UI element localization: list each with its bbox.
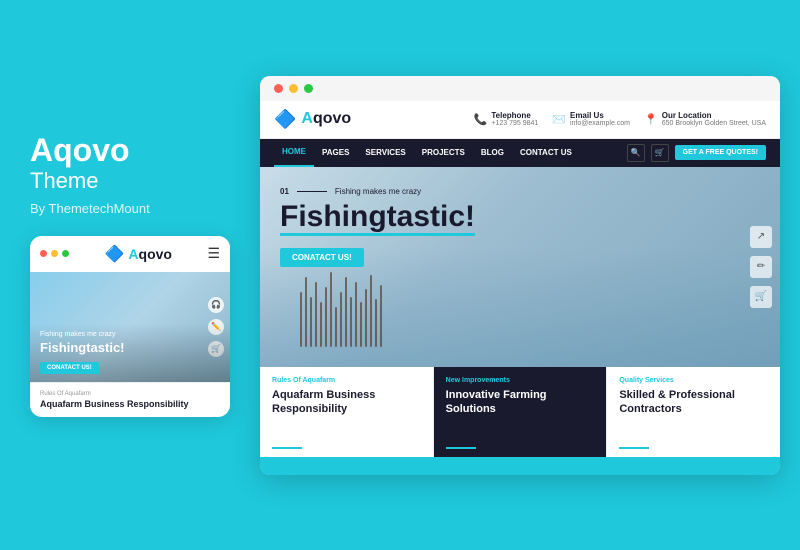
hero-cta-button[interactable]: CONATACT US!	[280, 248, 364, 267]
card-title-2: Skilled & ProfessionalContractors	[619, 388, 768, 417]
email-value: info@example.com	[570, 120, 630, 127]
mobile-top-bar: 🔷 Aqovo ☰	[30, 236, 230, 272]
card-underline-0	[272, 447, 302, 449]
mobile-card-title: Aquafarm Business Responsibility	[40, 399, 220, 409]
desktop-dot-green	[304, 84, 313, 93]
left-panel: Aqovo Theme By ThemetechMount 🔷 Aqovo ☰ …	[20, 113, 240, 437]
email-icon: ✉️	[552, 113, 566, 126]
nav-right: 🔍 🛒 GET A FREE QUOTES!	[627, 144, 766, 162]
hero-eyebrow-text: Fishing makes me crazy	[335, 187, 421, 196]
desktop-nav: HOME PAGES SERVICES PROJECTS BLOG CONTAC…	[260, 139, 780, 167]
nav-search-button[interactable]: 🔍	[627, 144, 645, 162]
card-aquafarm: Rules Of Aquafarm Aquafarm BusinessRespo…	[260, 367, 434, 457]
hero-share-icon: ↗	[750, 226, 772, 248]
desktop-dot-yellow	[289, 84, 298, 93]
card-tag-2: Quality Services	[619, 377, 768, 384]
nav-items: HOME PAGES SERVICES PROJECTS BLOG CONTAC…	[274, 139, 580, 167]
telephone-text: Telephone +123 795 9841	[491, 111, 538, 127]
bottom-strip	[260, 457, 780, 475]
brand-subtitle: Theme	[30, 168, 230, 194]
mobile-hero-overlay: Fishing makes me crazy Fishingtastic! CO…	[30, 323, 230, 382]
location-text: Our Location 650 Brooklyn Golden Street,…	[662, 111, 766, 127]
nav-item-projects[interactable]: PROJECTS	[414, 139, 473, 167]
mobile-logo-icon: 🔷	[104, 244, 124, 264]
desktop-header: 🔷 Aqovo 📞 Telephone +123 795 9841 ✉️ Ema…	[260, 101, 780, 139]
card-tag-0: Rules Of Aquafarm	[272, 377, 421, 384]
desktop-logo-text: Aqovo	[301, 110, 351, 128]
mobile-window-dots	[40, 250, 69, 257]
telephone-contact: 📞 Telephone +123 795 9841	[474, 111, 539, 127]
email-text: Email Us info@example.com	[570, 111, 630, 127]
hero-main-title: Fishingtastic!	[280, 200, 475, 236]
card-contractors: Quality Services Skilled & ProfessionalC…	[607, 367, 780, 457]
location-icon: 📍	[644, 113, 658, 126]
hero-content: 01 Fishing makes me crazy Fishingtastic!…	[280, 187, 475, 267]
card-underline-2	[619, 447, 649, 449]
mobile-logo-text: Aqovo	[128, 246, 172, 262]
mobile-card-label: Rules Of Aquafarm	[40, 391, 220, 397]
card-tag-1: New Improvements	[446, 377, 595, 384]
email-label: Email Us	[570, 111, 630, 120]
hero-eyebrow: 01 Fishing makes me crazy	[280, 187, 475, 196]
mobile-dot-green	[62, 250, 69, 257]
nav-cta-button[interactable]: GET A FREE QUOTES!	[675, 145, 766, 160]
mobile-dot-yellow	[51, 250, 58, 257]
desktop-hero: 01 Fishing makes me crazy Fishingtastic!…	[260, 167, 780, 367]
card-title-0: Aquafarm BusinessResponsibility	[272, 388, 421, 417]
nav-cart-button[interactable]: 🛒	[651, 144, 669, 162]
brand-title: Aqovo Theme	[30, 133, 230, 195]
brand-name: Aqovo	[30, 133, 230, 168]
headset-icon: 🎧	[208, 297, 224, 313]
cards-row: Rules Of Aquafarm Aquafarm BusinessRespo…	[260, 367, 780, 457]
desktop-top-bar	[260, 76, 780, 101]
hero-edit-icon: ✏	[750, 256, 772, 278]
card-underline-1	[446, 447, 476, 449]
email-contact: ✉️ Email Us info@example.com	[552, 111, 630, 127]
mobile-hero: 🎧 ✏️ 🛒 Fishing makes me crazy Fishingtas…	[30, 272, 230, 382]
hero-number: 01	[280, 187, 289, 196]
mobile-hero-sub: Fishing makes me crazy	[40, 331, 220, 338]
telephone-label: Telephone	[491, 111, 538, 120]
desktop-logo-icon: 🔷	[274, 109, 296, 130]
hero-cart-icon: 🛒	[750, 286, 772, 308]
mobile-logo: 🔷 Aqovo	[104, 244, 172, 264]
phone-icon: 📞	[474, 113, 488, 126]
mobile-mockup: 🔷 Aqovo ☰ 🎧 ✏️ 🛒 Fishing makes me crazy …	[30, 236, 230, 417]
desktop-mockup: 🔷 Aqovo 📞 Telephone +123 795 9841 ✉️ Ema…	[260, 76, 780, 475]
hero-sticks	[300, 267, 740, 347]
mobile-dot-red	[40, 250, 47, 257]
mobile-card: Rules Of Aquafarm Aquafarm Business Resp…	[30, 382, 230, 417]
card-farming: New Improvements Innovative FarmingSolut…	[434, 367, 608, 457]
nav-item-home[interactable]: HOME	[274, 139, 314, 167]
location-contact: 📍 Our Location 650 Brooklyn Golden Stree…	[644, 111, 766, 127]
card-title-1: Innovative FarmingSolutions	[446, 388, 595, 417]
nav-item-services[interactable]: SERVICES	[357, 139, 413, 167]
brand-by: By ThemetechMount	[30, 201, 230, 216]
hero-side-icons: ↗ ✏ 🛒	[750, 226, 772, 308]
hero-title: Fishingtastic!	[280, 200, 475, 236]
mobile-hero-title: Fishingtastic!	[40, 340, 220, 356]
nav-item-contact[interactable]: CONTACT US	[512, 139, 580, 167]
hamburger-icon[interactable]: ☰	[207, 245, 220, 262]
location-value: 650 Brooklyn Golden Street, USA	[662, 120, 766, 127]
mobile-cta-button[interactable]: CONATACT US!	[40, 362, 99, 374]
desktop-logo: 🔷 Aqovo	[274, 109, 351, 130]
nav-item-pages[interactable]: PAGES	[314, 139, 357, 167]
telephone-value: +123 795 9841	[491, 120, 538, 127]
nav-item-blog[interactable]: BLOG	[473, 139, 512, 167]
location-label: Our Location	[662, 111, 766, 120]
desktop-dot-red	[274, 84, 283, 93]
desktop-contact-info: 📞 Telephone +123 795 9841 ✉️ Email Us in…	[474, 111, 766, 127]
hero-eyebrow-line	[297, 191, 327, 192]
